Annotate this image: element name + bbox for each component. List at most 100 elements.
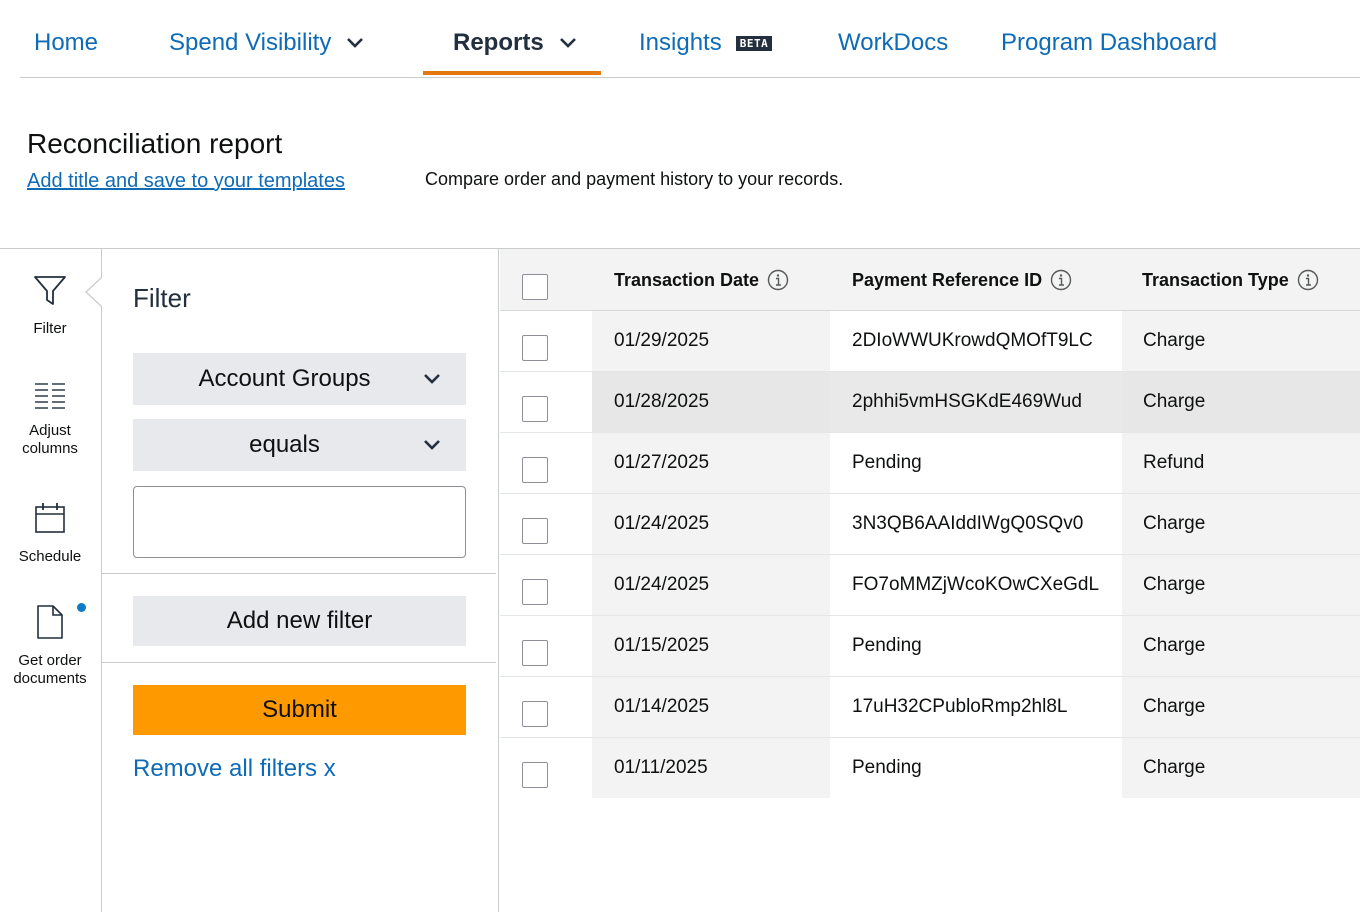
panel-divider	[102, 573, 496, 574]
cell-transaction-type: Charge	[1143, 391, 1206, 412]
chevron-down-icon	[420, 367, 444, 391]
info-icon[interactable]	[1297, 269, 1319, 291]
left-rail: Filter Adjust columns Schedule Get order…	[0, 249, 104, 912]
cell-transaction-date: 01/11/2025	[614, 757, 708, 778]
row-checkbox[interactable]	[522, 701, 548, 727]
cell-transaction-date: 01/15/2025	[614, 635, 710, 656]
row-checkbox[interactable]	[522, 335, 548, 361]
filter-icon	[33, 275, 67, 312]
cell-payment-reference-id: Pending	[852, 452, 922, 473]
chevron-down-icon	[343, 31, 367, 55]
cell-transaction-type: Refund	[1143, 452, 1205, 473]
transactions-table: Transaction Date Payment Reference ID Tr…	[500, 249, 1360, 912]
cell-transaction-date: 01/28/2025	[614, 391, 710, 412]
cell-payment-reference-id: 17uH32CPubloRmp2hl8L	[852, 696, 1068, 717]
filter-panel-title: Filter	[133, 283, 191, 313]
nav-spend-visibility[interactable]: Spend Visibility	[169, 26, 367, 60]
table-row[interactable]: 01/29/2025 2DIoWWUKrowdQMOfT9LC Charge	[500, 311, 1360, 372]
table-header: Transaction Date Payment Reference ID Tr…	[500, 249, 1360, 311]
row-checkbox[interactable]	[522, 762, 548, 788]
column-header-label: Payment Reference ID	[852, 269, 1043, 290]
document-icon	[35, 603, 65, 646]
filter-panel: Filter Account Groups equals Add new fil…	[102, 249, 499, 912]
info-icon[interactable]	[767, 269, 789, 291]
nav-spend-visibility-label: Spend Visibility	[169, 29, 332, 56]
filter-operator-value: equals	[249, 431, 320, 458]
cell-payment-reference-id: Pending	[852, 757, 922, 778]
rail-schedule[interactable]: Schedule	[0, 501, 100, 566]
cell-transaction-type: Charge	[1143, 513, 1206, 534]
nav-home[interactable]: Home	[34, 26, 98, 60]
top-navigation: Home Spend Visibility Reports Insights B…	[20, 0, 1360, 78]
table-row[interactable]: 01/28/2025 2phhi5vmHSGKdE469Wud Charge	[500, 372, 1360, 433]
row-checkbox[interactable]	[522, 457, 548, 483]
filter-field-value: Account Groups	[198, 365, 371, 392]
row-checkbox[interactable]	[522, 518, 548, 544]
cell-transaction-type: Charge	[1143, 330, 1206, 351]
select-all-checkbox[interactable]	[522, 274, 548, 300]
rail-get-order-documents-label: Get order documents	[13, 652, 87, 687]
cell-payment-reference-id: Pending	[852, 635, 922, 656]
cell-transaction-type: Charge	[1143, 757, 1206, 778]
row-checkbox[interactable]	[522, 640, 548, 666]
beta-badge: BETA	[735, 35, 773, 51]
filter-field-select[interactable]: Account Groups	[133, 353, 466, 405]
row-checkbox[interactable]	[522, 396, 548, 422]
table-row[interactable]: 01/24/2025 3N3QB6AAIddIWgQ0SQv0 Charge	[500, 494, 1360, 555]
filter-value-input[interactable]	[133, 486, 466, 558]
column-header-transaction-date[interactable]: Transaction Date	[614, 269, 789, 291]
table-row[interactable]: 01/27/2025 Pending Refund	[500, 433, 1360, 494]
rail-adjust-columns-label: Adjust columns	[22, 422, 78, 457]
column-header-payment-reference-id[interactable]: Payment Reference ID	[852, 269, 1072, 291]
cell-transaction-date: 01/14/2025	[614, 696, 710, 717]
active-tab-underline	[423, 71, 601, 75]
cell-payment-reference-id: FO7oMMZjWcoKOwCXeGdL	[852, 574, 1100, 595]
cell-transaction-type: Charge	[1143, 635, 1206, 656]
cell-transaction-date: 01/24/2025	[614, 513, 710, 534]
column-header-label: Transaction Type	[1142, 269, 1289, 290]
columns-icon	[33, 381, 67, 416]
cell-payment-reference-id: 2phhi5vmHSGKdE469Wud	[852, 391, 1082, 412]
table-row[interactable]: 01/15/2025 Pending Charge	[500, 616, 1360, 677]
cell-payment-reference-id: 2DIoWWUKrowdQMOfT9LC	[852, 330, 1093, 351]
notification-dot	[77, 603, 86, 612]
page-description: Compare order and payment history to you…	[425, 169, 844, 189]
column-header-transaction-type[interactable]: Transaction Type	[1142, 269, 1319, 291]
nav-home-label: Home	[34, 29, 99, 56]
nav-program-dashboard[interactable]: Program Dashboard	[1001, 26, 1217, 60]
table-row[interactable]: 01/14/2025 17uH32CPubloRmp2hl8L Charge	[500, 677, 1360, 738]
nav-program-dashboard-label: Program Dashboard	[1001, 29, 1218, 56]
nav-workdocs[interactable]: WorkDocs	[838, 26, 948, 60]
table-row[interactable]: 01/24/2025 FO7oMMZjWcoKOwCXeGdL Charge	[500, 555, 1360, 616]
info-icon[interactable]	[1050, 269, 1072, 291]
submit-button[interactable]: Submit	[133, 685, 466, 735]
nav-insights[interactable]: Insights BETA	[639, 26, 773, 60]
rail-filter-label: Filter	[33, 320, 67, 337]
nav-reports[interactable]: Reports	[453, 26, 580, 60]
remove-all-filters-link[interactable]: Remove all filters x	[133, 755, 336, 783]
row-checkbox[interactable]	[522, 579, 548, 605]
filter-operator-select[interactable]: equals	[133, 419, 466, 471]
table-row[interactable]: 01/11/2025 Pending Charge	[500, 738, 1360, 799]
cell-payment-reference-id: 3N3QB6AAIddIWgQ0SQv0	[852, 513, 1084, 534]
chevron-down-icon	[420, 433, 444, 457]
page-title: Reconciliation report	[27, 128, 283, 159]
cell-transaction-date: 01/27/2025	[614, 452, 710, 473]
rail-get-order-documents[interactable]: Get order documents	[0, 603, 100, 688]
column-header-label: Transaction Date	[614, 269, 760, 290]
cell-transaction-type: Charge	[1143, 574, 1206, 595]
save-template-link[interactable]: Add title and save to your templates	[27, 170, 345, 193]
cell-transaction-date: 01/29/2025	[614, 330, 710, 351]
cell-transaction-type: Charge	[1143, 696, 1206, 717]
add-new-filter-button[interactable]: Add new filter	[133, 596, 466, 646]
nav-insights-label: Insights	[639, 29, 722, 56]
chevron-down-icon	[556, 31, 580, 55]
rail-schedule-label: Schedule	[18, 548, 82, 565]
panel-divider	[102, 662, 496, 663]
panel-pointer	[85, 277, 104, 307]
nav-workdocs-label: WorkDocs	[838, 29, 949, 56]
calendar-icon	[33, 501, 67, 540]
rail-adjust-columns[interactable]: Adjust columns	[0, 381, 100, 458]
nav-reports-label: Reports	[453, 29, 544, 56]
cell-transaction-date: 01/24/2025	[614, 574, 710, 595]
